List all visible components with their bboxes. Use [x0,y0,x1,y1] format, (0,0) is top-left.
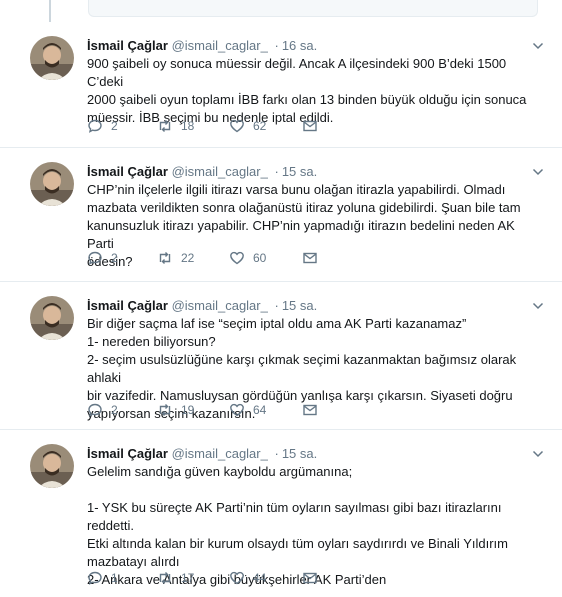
fullname[interactable]: İsmail Çağlar [87,164,168,179]
retweet-button[interactable]: 19 [157,402,194,418]
timestamp[interactable]: 16 sa. [282,38,317,53]
retweet-count: 22 [181,251,195,265]
like-button[interactable]: 44 [229,570,266,586]
envelope-icon [303,120,317,132]
tweet-header: İsmail Çağlar @ismail_caglar_ · 15 sa. [87,163,538,180]
like-count: 60 [253,251,267,265]
avatar[interactable] [30,444,74,488]
username[interactable]: @ismail_caglar_ [172,38,268,53]
username[interactable]: @ismail_caglar_ [172,164,268,179]
tweet[interactable]: İsmail Çağlar @ismail_caglar_ · 15 sa. Ge… [0,430,562,597]
tweet-header: İsmail Çağlar @ismail_caglar_ · 15 sa. [87,297,538,314]
reply-icon [88,119,102,133]
chevron-down-icon[interactable] [532,166,544,178]
fullname[interactable]: İsmail Çağlar [87,38,168,53]
retweet-count: 18 [181,119,195,133]
separator: · [274,164,279,179]
reply-count: 1 [111,571,118,585]
heart-icon [230,251,244,265]
chevron-down-icon[interactable] [532,300,544,312]
avatar[interactable] [30,36,74,80]
heart-icon [230,119,244,133]
tweet[interactable]: İsmail Çağlar @ismail_caglar_ · 16 sa. 90… [0,22,562,148]
retweet-icon [159,120,171,132]
reply-button[interactable]: 1 [87,570,118,586]
tweet-header: İsmail Çağlar @ismail_caglar_ · 16 sa. [87,37,538,54]
reply-count: 2 [111,403,118,417]
fullname[interactable]: İsmail Çağlar [87,446,168,461]
like-button[interactable]: 60 [229,250,266,266]
timestamp[interactable]: 15 sa. [282,164,317,179]
tweet-header: İsmail Çağlar @ismail_caglar_ · 15 sa. [87,445,538,462]
tweet-text: 900 şaibeli oy sonuca müessir değil. Anc… [87,56,527,125]
retweet-count: 19 [181,403,195,417]
fullname[interactable]: İsmail Çağlar [87,298,168,313]
heart-icon [230,571,244,585]
like-count: 44 [253,571,267,585]
retweet-icon [159,404,171,416]
like-count: 62 [253,119,267,133]
tweet[interactable]: İsmail Çağlar @ismail_caglar_ · 15 sa. CH… [0,148,562,282]
heart-icon [230,403,244,417]
reply-icon [88,571,102,585]
like-button[interactable]: 64 [229,402,266,418]
retweet-button[interactable]: 22 [157,250,194,266]
envelope-icon [303,404,317,416]
username[interactable]: @ismail_caglar_ [172,298,268,313]
tweet[interactable]: İsmail Çağlar @ismail_caglar_ · 15 sa. Bi… [0,282,562,430]
timestamp[interactable]: 15 sa. [282,298,317,313]
avatar[interactable] [30,296,74,340]
reply-count: 2 [111,119,118,133]
retweet-icon [159,252,171,264]
timestamp[interactable]: 15 sa. [282,446,317,461]
direct-message-button[interactable] [302,402,318,418]
thread-connector-line [49,0,51,22]
direct-message-button[interactable] [302,570,318,586]
quoted-card-bottom[interactable] [88,0,538,17]
reply-button[interactable]: 2 [87,402,118,418]
retweet-count: 17 [181,571,195,585]
reply-icon [88,403,102,417]
separator: · [274,446,279,461]
reply-count: 2 [111,251,118,265]
separator: · [274,38,279,53]
envelope-icon [303,572,317,584]
separator: · [274,298,279,313]
reply-icon [88,251,102,265]
direct-message-button[interactable] [302,118,318,134]
envelope-icon [303,252,317,264]
avatar[interactable] [30,162,74,206]
direct-message-button[interactable] [302,250,318,266]
like-button[interactable]: 62 [229,118,266,134]
retweet-icon [159,572,171,584]
reply-button[interactable]: 2 [87,118,118,134]
retweet-button[interactable]: 17 [157,570,194,586]
username[interactable]: @ismail_caglar_ [172,446,268,461]
chevron-down-icon[interactable] [532,40,544,52]
retweet-button[interactable]: 18 [157,118,194,134]
reply-button[interactable]: 2 [87,250,118,266]
like-count: 64 [253,403,267,417]
chevron-down-icon[interactable] [532,448,544,460]
